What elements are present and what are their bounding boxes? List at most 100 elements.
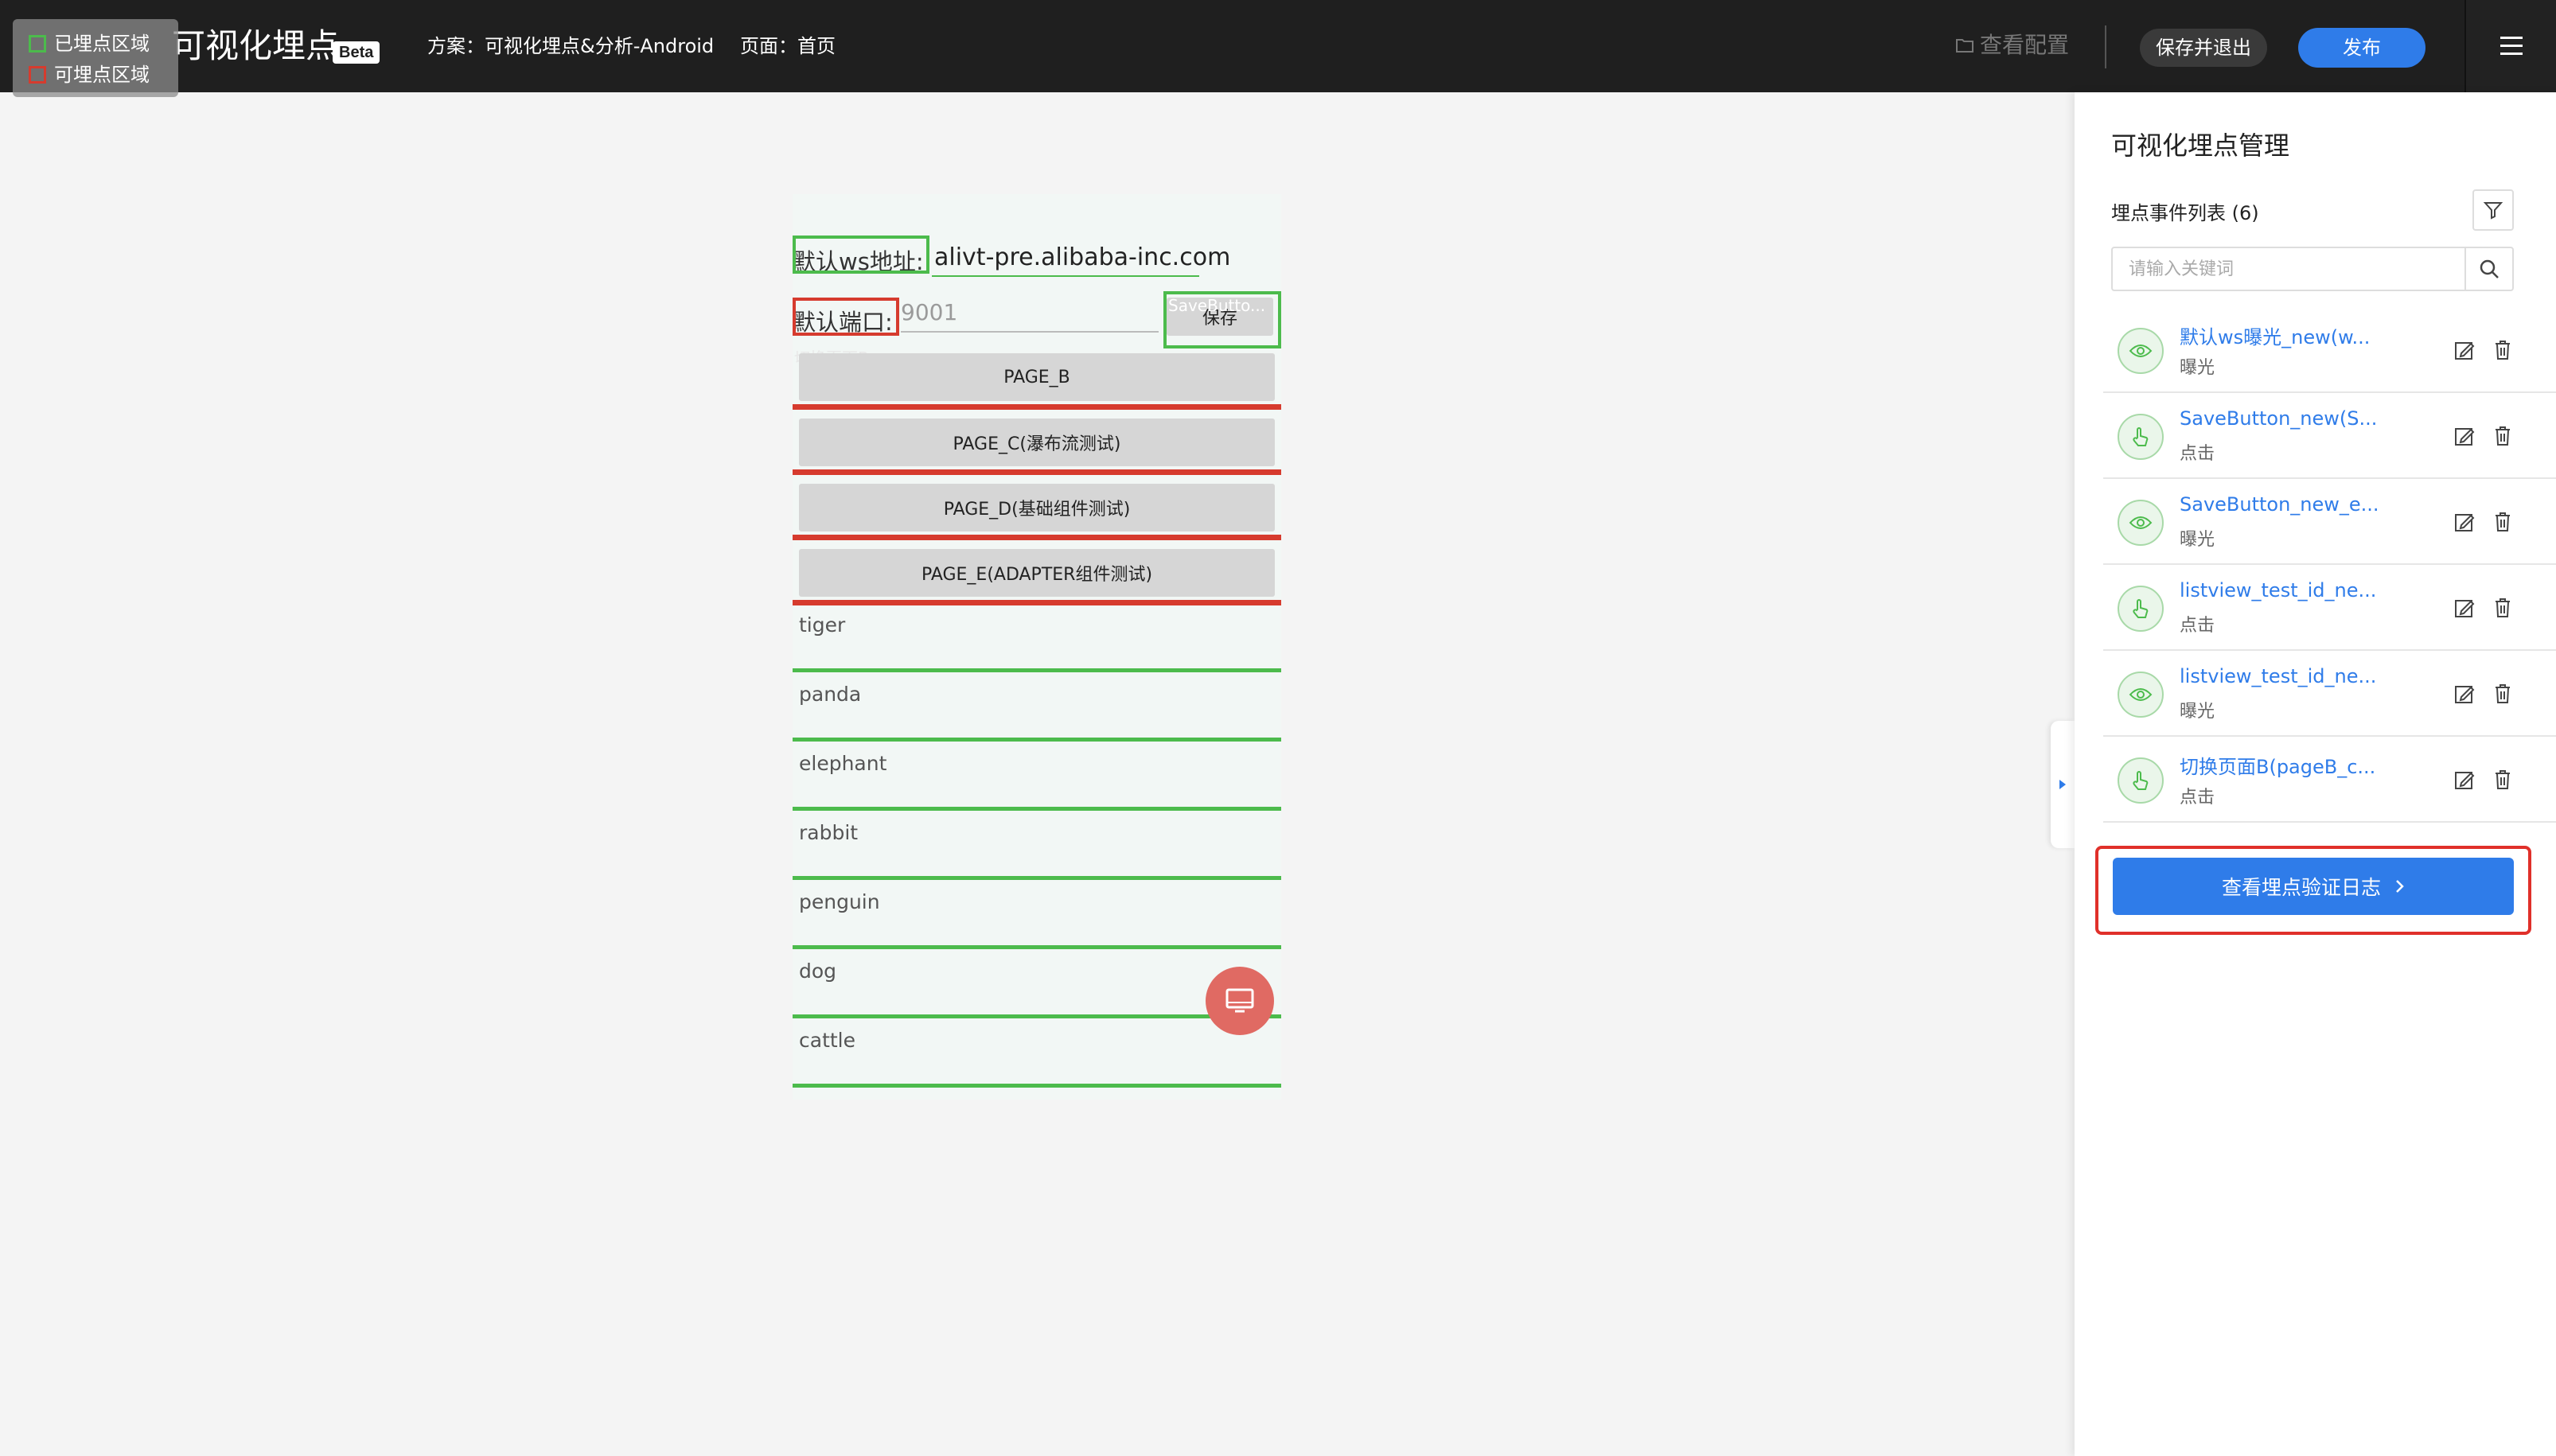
- legend-tracked-label: 已埋点区域: [54, 33, 150, 55]
- list-item[interactable]: penguin: [799, 890, 880, 913]
- trash-icon[interactable]: [2493, 511, 2512, 533]
- edit-icon[interactable]: [2453, 597, 2476, 619]
- tracked-line: [793, 668, 1281, 672]
- menu-button[interactable]: [2464, 0, 2556, 92]
- event-name[interactable]: SaveButton_new(S...: [2180, 407, 2377, 430]
- search-box: [2111, 247, 2514, 291]
- event-type: 点击: [2180, 616, 2215, 636]
- tracked-line: [793, 1084, 1281, 1088]
- edit-icon[interactable]: [2453, 511, 2476, 533]
- page-e-button[interactable]: PAGE_E(ADAPTER组件测试): [799, 549, 1275, 597]
- trash-icon[interactable]: [2493, 769, 2512, 791]
- trackable-line: [793, 600, 1281, 605]
- port-underline: [901, 331, 1159, 333]
- trash-icon[interactable]: [2493, 425, 2512, 447]
- event-name[interactable]: listview_test_id_ne...: [2180, 579, 2376, 601]
- event-type: 曝光: [2180, 702, 2215, 722]
- event-type: 点击: [2180, 444, 2215, 464]
- legend-panel: 已埋点区域 可埋点区域: [13, 19, 178, 97]
- list-item[interactable]: cattle: [799, 1029, 855, 1052]
- hand-icon: [2118, 414, 2164, 460]
- edit-icon[interactable]: [2453, 339, 2476, 361]
- event-name[interactable]: 切换页面B(pageB_c...: [2180, 751, 2375, 779]
- save-exit-button[interactable]: 保存并退出: [2140, 29, 2267, 67]
- trash-icon[interactable]: [2493, 339, 2512, 361]
- event-item[interactable]: SaveButton_new(S... 点击: [2103, 393, 2556, 479]
- trackable-line: [793, 469, 1281, 475]
- tracked-line: [793, 945, 1281, 949]
- list-item[interactable]: elephant: [799, 752, 886, 775]
- event-item[interactable]: 默认ws曝光_new(w... 曝光: [2103, 307, 2556, 393]
- folder-icon: [1956, 39, 1973, 53]
- event-list-title: 埋点事件列表 (6): [2111, 202, 2259, 224]
- event-name[interactable]: listview_test_id_ne...: [2180, 665, 2376, 687]
- publish-button[interactable]: 发布: [2298, 28, 2425, 68]
- eye-icon: [2118, 672, 2164, 718]
- scheme-label: 方案：可视化埋点&分析-Android: [427, 35, 715, 57]
- list-item[interactable]: tiger: [799, 613, 845, 637]
- event-name[interactable]: SaveButton_new_e...: [2180, 493, 2379, 516]
- trackable-line: [793, 535, 1281, 540]
- phone-preview: 默认ws地址: alivt-pre.alibaba-inc.com 默认端口: …: [793, 194, 1281, 1100]
- page-c-button[interactable]: PAGE_C(瀑布流测试): [799, 419, 1275, 466]
- ws-address-value[interactable]: alivt-pre.alibaba-inc.com: [934, 243, 1230, 271]
- list-item[interactable]: dog: [799, 960, 836, 983]
- legend-tracked: 已埋点区域: [29, 32, 150, 56]
- event-item[interactable]: SaveButton_new_e... 曝光: [2103, 479, 2556, 565]
- view-config-label: 查看配置: [1980, 32, 2070, 58]
- tracked-line: [793, 807, 1281, 811]
- trash-icon[interactable]: [2493, 597, 2512, 619]
- tracking-management-panel: 可视化埋点管理 埋点事件列表 (6) 默认ws曝光_new(w... 曝光 Sa…: [2075, 92, 2556, 1456]
- monitor-icon: [1225, 988, 1254, 1013]
- green-swatch-icon: [29, 35, 46, 53]
- hand-icon: [2118, 586, 2164, 632]
- list-item[interactable]: panda: [799, 683, 861, 706]
- trackable-line: [793, 404, 1281, 410]
- event-item[interactable]: 切换页面B(pageB_c... 点击: [2103, 737, 2556, 823]
- edit-icon[interactable]: [2453, 769, 2476, 791]
- tracked-line: [793, 738, 1281, 742]
- edit-icon[interactable]: [2453, 425, 2476, 447]
- event-name[interactable]: 默认ws曝光_new(w...: [2180, 321, 2370, 349]
- panel-title: 可视化埋点管理: [2111, 130, 2290, 161]
- hand-icon: [2118, 757, 2164, 804]
- ws-underline: [932, 275, 1199, 277]
- legend-trackable: 可埋点区域: [29, 63, 150, 87]
- legend-trackable-label: 可埋点区域: [54, 64, 150, 86]
- beta-badge: Beta: [333, 41, 380, 64]
- tracked-line: [793, 876, 1281, 880]
- top-bar: 可视化埋点 Beta 方案：可视化埋点&分析-Android 页面：首页 查看配…: [0, 0, 2556, 92]
- tracked-highlight: [793, 236, 929, 274]
- page-b-button[interactable]: PAGE_B: [799, 353, 1275, 401]
- search-button[interactable]: [2464, 248, 2512, 290]
- collapse-panel-handle[interactable]: [2051, 721, 2075, 848]
- event-item[interactable]: listview_test_id_ne... 点击: [2103, 565, 2556, 651]
- event-type: 曝光: [2180, 358, 2215, 378]
- filter-button[interactable]: [2472, 189, 2514, 231]
- event-item[interactable]: listview_test_id_ne... 曝光: [2103, 651, 2556, 737]
- search-input[interactable]: [2113, 248, 2464, 290]
- toolbar-divider: [2105, 25, 2106, 68]
- view-config-button[interactable]: 查看配置: [1956, 30, 2069, 60]
- search-icon: [2480, 259, 2499, 278]
- list-item[interactable]: rabbit: [799, 821, 858, 844]
- page-d-button[interactable]: PAGE_D(基础组件测试): [799, 484, 1275, 531]
- save-ghost-label: SaveButto...: [1168, 296, 1266, 315]
- port-input[interactable]: 9001: [901, 299, 957, 325]
- floating-action-button[interactable]: [1206, 967, 1274, 1035]
- verify-log-button[interactable]: 查看埋点验证日志: [2113, 858, 2514, 915]
- caret-right-icon: [2059, 780, 2066, 789]
- verify-log-label: 查看埋点验证日志: [2221, 876, 2381, 899]
- red-swatch-icon: [29, 66, 46, 84]
- trackable-highlight: [793, 298, 899, 336]
- chevron-right-icon: [2396, 880, 2404, 893]
- trash-icon[interactable]: [2493, 683, 2512, 705]
- app-title: 可视化埋点: [172, 26, 340, 65]
- filter-icon: [2483, 202, 2503, 220]
- hamburger-icon: [2500, 37, 2523, 56]
- edit-icon[interactable]: [2453, 683, 2476, 705]
- eye-icon: [2118, 500, 2164, 546]
- event-type: 曝光: [2180, 530, 2215, 550]
- event-type: 点击: [2180, 788, 2215, 808]
- eye-icon: [2118, 328, 2164, 374]
